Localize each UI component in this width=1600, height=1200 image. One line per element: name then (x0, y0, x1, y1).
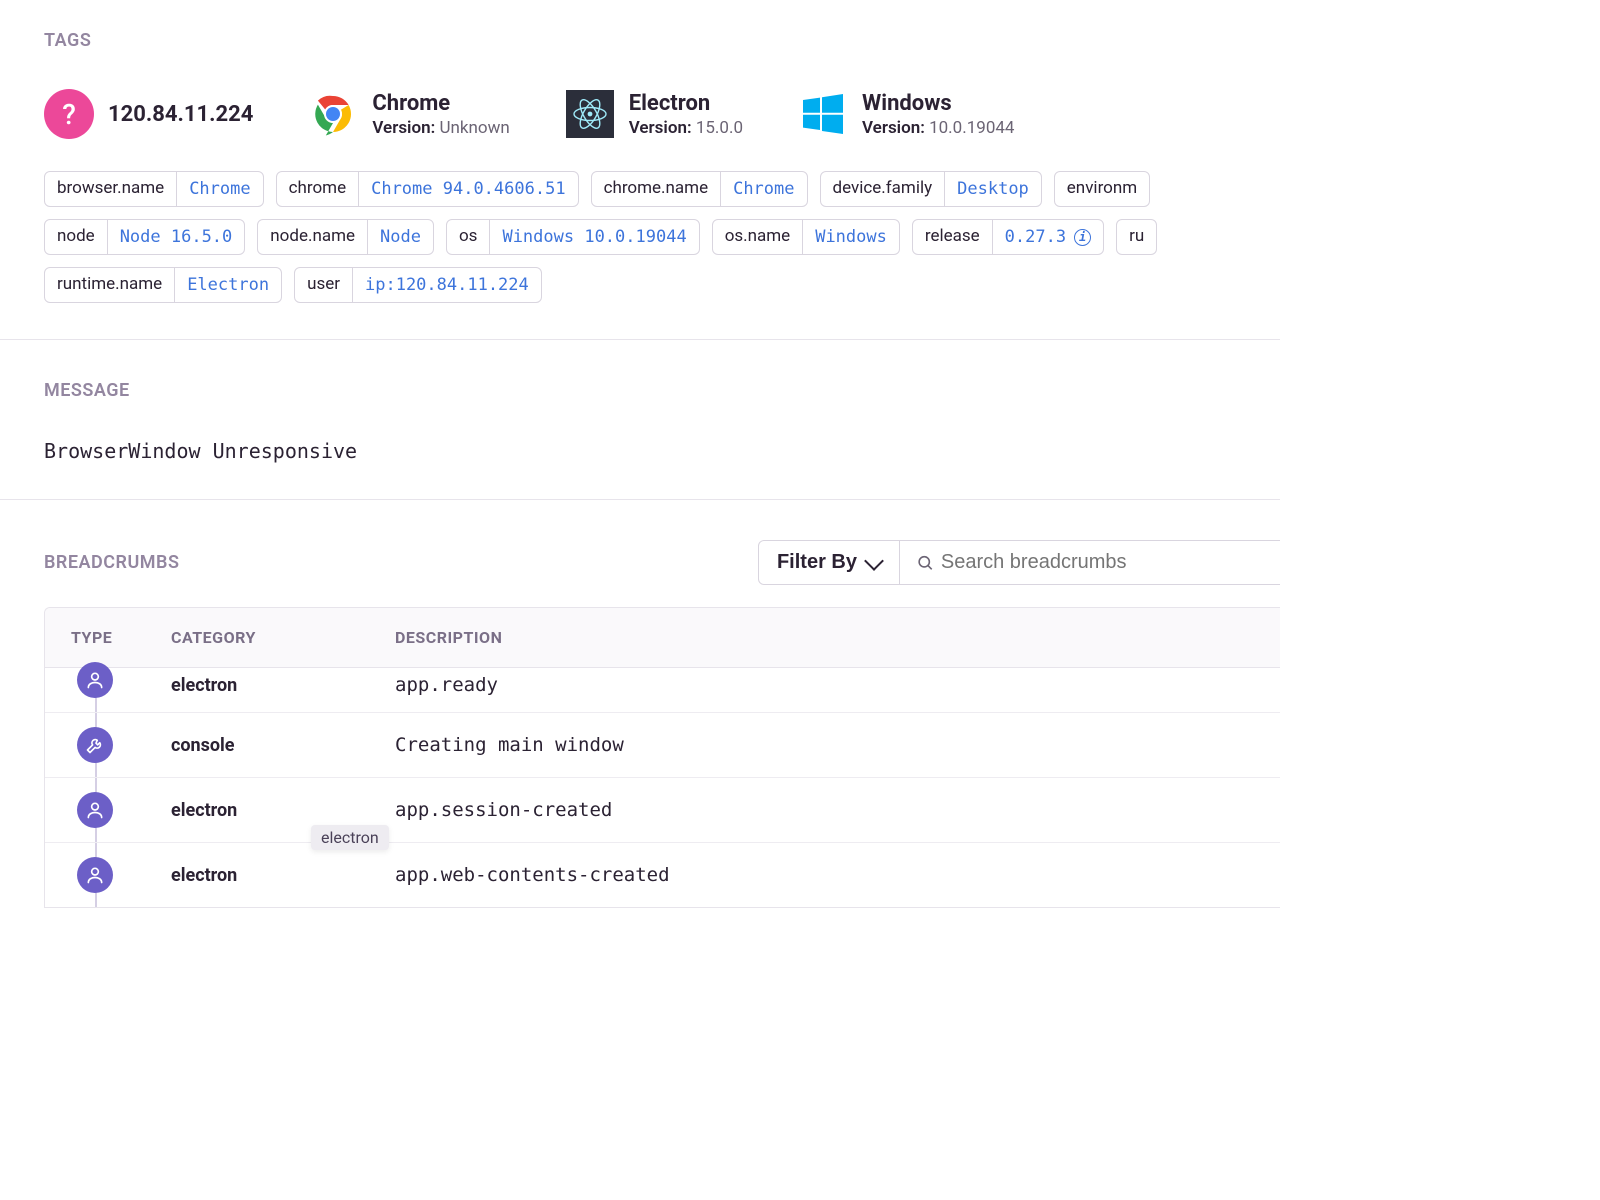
tag-key: ru (1117, 220, 1156, 254)
col-category: CATEGORY (171, 628, 395, 647)
tooltip: electron (311, 825, 389, 850)
breadcrumb-description: Creating main window (395, 734, 1254, 756)
breadcrumb-row[interactable]: consoleCreating main window (45, 713, 1280, 778)
breadcrumb-description: app.web-contents-created (395, 864, 1254, 886)
tag-value: Node 16.5.0 (107, 220, 245, 254)
context-runtime-version-label: Version: (629, 118, 692, 138)
breadcrumb-category: electron (171, 865, 395, 886)
tag-key: node (45, 220, 107, 254)
breadcrumb-category: electron (171, 675, 395, 696)
tag-key: browser.name (45, 172, 176, 206)
tag-pill[interactable]: chromeChrome 94.0.4606.51 (276, 171, 579, 207)
context-ip-value: 120.84.11.224 (108, 102, 253, 127)
context-browser-version-label: Version: (372, 118, 435, 138)
tag-pill[interactable]: node.nameNode (257, 219, 434, 255)
breadcrumb-row[interactable]: electronapp.ready (45, 668, 1280, 713)
tag-value: Electron (174, 268, 281, 302)
tag-value: Chrome (176, 172, 262, 206)
tag-pill[interactable]: ru (1116, 219, 1157, 255)
context-browser-version: Unknown (439, 118, 509, 138)
tag-pill[interactable]: environm (1054, 171, 1150, 207)
tag-key: runtime.name (45, 268, 174, 302)
tag-pill[interactable]: osWindows 10.0.19044 (446, 219, 700, 255)
context-item-browser: Chrome Version: Unknown (308, 89, 509, 139)
search-breadcrumbs-wrap[interactable] (900, 540, 1280, 585)
tag-key: release (913, 220, 992, 254)
tag-pill[interactable]: browser.nameChrome (44, 171, 264, 207)
user-icon (77, 857, 113, 893)
tag-value: Windows 10.0.19044 (489, 220, 698, 254)
col-type: TYPE (71, 628, 171, 647)
tag-pill[interactable]: os.nameWindows (712, 219, 900, 255)
tag-key: os (447, 220, 489, 254)
search-icon (916, 553, 935, 573)
tag-key: os.name (713, 220, 803, 254)
breadcrumbs-table-head: TYPE CATEGORY DESCRIPTION (45, 608, 1280, 668)
user-icon (77, 792, 113, 828)
info-icon[interactable]: i (1074, 229, 1091, 246)
context-item-ip: ? 120.84.11.224 (44, 89, 253, 139)
tag-value: ip:120.84.11.224 (352, 268, 541, 302)
tag-value: Windows (802, 220, 899, 254)
search-breadcrumbs-input[interactable] (935, 541, 1264, 584)
breadcrumbs-heading: Breadcrumbs (44, 552, 179, 573)
tags-heading: Tags (44, 30, 1280, 51)
context-runtime-version: 15.0.0 (696, 118, 743, 138)
filter-by-button[interactable]: Filter By (758, 540, 900, 585)
context-browser-name: Chrome (372, 91, 509, 116)
context-os-name: Windows (862, 91, 1014, 116)
context-os-version-label: Version: (862, 118, 925, 138)
tag-key: user (295, 268, 352, 302)
breadcrumb-description: app.ready (395, 674, 1254, 696)
breadcrumb-row[interactable]: electronapp.web-contents-createdelectron (45, 843, 1280, 907)
tag-value: Node (367, 220, 433, 254)
tag-value: Chrome 94.0.4606.51 (358, 172, 577, 206)
tag-pill[interactable]: release0.27.3i (912, 219, 1104, 255)
tag-key: chrome.name (592, 172, 721, 206)
tag-key: device.family (821, 172, 945, 206)
filter-by-label: Filter By (777, 551, 857, 574)
tag-key: chrome (277, 172, 358, 206)
tag-pill[interactable]: device.familyDesktop (820, 171, 1042, 207)
message-heading: Message (44, 380, 1280, 401)
tag-value: Chrome (720, 172, 806, 206)
context-runtime-name: Electron (629, 91, 743, 116)
user-icon (77, 662, 113, 698)
context-item-runtime: Electron Version: 15.0.0 (565, 89, 743, 139)
tag-value: Desktop (944, 172, 1041, 206)
tag-pill[interactable]: userip:120.84.11.224 (294, 267, 542, 303)
breadcrumb-row[interactable]: electronapp.session-created (45, 778, 1280, 843)
chrome-icon (308, 89, 358, 139)
context-row: ? 120.84.11.224 Chrome Version: Unknown (44, 89, 1280, 139)
breadcrumb-category: electron (171, 800, 395, 821)
windows-icon (798, 89, 848, 139)
breadcrumb-description: app.session-created (395, 799, 1254, 821)
tag-pill[interactable]: chrome.nameChrome (591, 171, 808, 207)
message-text: BrowserWindow Unresponsive (44, 439, 1280, 463)
tags-list: browser.nameChromechromeChrome 94.0.4606… (44, 171, 1280, 303)
col-description: DESCRIPTION (395, 628, 1254, 647)
tag-pill[interactable]: runtime.nameElectron (44, 267, 282, 303)
electron-icon (565, 89, 615, 139)
tag-key: environm (1055, 172, 1149, 206)
breadcrumbs-table: TYPE CATEGORY DESCRIPTION electronapp.re… (44, 607, 1280, 908)
context-item-os: Windows Version: 10.0.19044 (798, 89, 1014, 139)
unknown-icon: ? (44, 89, 94, 139)
wrench-icon (77, 727, 113, 763)
tag-key: node.name (258, 220, 367, 254)
tag-pill[interactable]: nodeNode 16.5.0 (44, 219, 245, 255)
context-os-version: 10.0.19044 (929, 118, 1014, 138)
chevron-down-icon (864, 551, 884, 571)
breadcrumb-category: console (171, 735, 395, 756)
tag-value: 0.27.3i (992, 220, 1103, 254)
